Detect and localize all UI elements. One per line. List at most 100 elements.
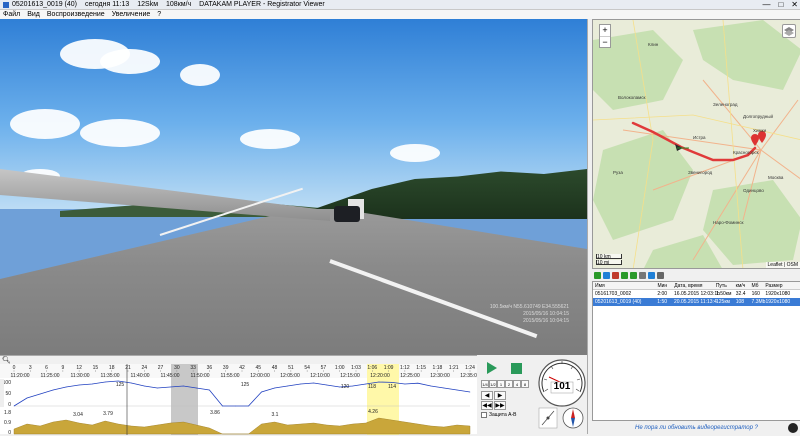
- speed-point: [352, 385, 354, 387]
- menu-view[interactable]: Вид: [27, 11, 40, 18]
- menu-zoom[interactable]: Увеличение: [112, 11, 151, 18]
- prev-frame-button[interactable]: ◀: [481, 391, 493, 400]
- menu-bar: Файл Вид Воспроизведение Увеличение ?: [0, 10, 800, 19]
- col-datetime[interactable]: Дата, время: [674, 283, 716, 289]
- speed-button-1[interactable]: 1/2: [489, 380, 497, 388]
- down-icon[interactable]: [630, 271, 637, 279]
- col-kmh[interactable]: км/ч: [736, 283, 752, 289]
- cloud: [180, 64, 220, 86]
- ruler-hour-label: 12:35:00: [460, 373, 477, 379]
- up-icon[interactable]: [621, 271, 628, 279]
- map-place-label: Химки: [753, 128, 767, 133]
- map-tiles: [593, 20, 800, 268]
- speed-scroll: [0, 379, 4, 407]
- map-place-label: Клин: [648, 42, 659, 47]
- map-place-label: Красногорск: [733, 150, 759, 155]
- magnifier-icon[interactable]: 🔍︎: [2, 356, 11, 364]
- cloud: [240, 129, 300, 149]
- speed-point: [157, 387, 158, 389]
- zoom-out-button[interactable]: −: [600, 37, 610, 48]
- maximize-button[interactable]: □: [778, 0, 783, 10]
- promo-link[interactable]: Не пора ли обновить видеорегистратор ?: [592, 423, 800, 434]
- map-place-label: Москва: [768, 175, 784, 180]
- speed-axis-label: 0: [8, 402, 11, 408]
- col-name[interactable]: Имя: [593, 283, 650, 289]
- protect-ab-checkbox[interactable]: [481, 412, 487, 418]
- table-cell: 2:00: [657, 291, 668, 297]
- file-list[interactable]: Имя Мин Дата, время Путь км/ч Мб Размер …: [592, 281, 800, 421]
- minimize-button[interactable]: —: [762, 0, 770, 10]
- close-button[interactable]: ✕: [791, 0, 798, 10]
- speed-axis-label: 50: [5, 391, 11, 397]
- table-row[interactable]: 05201613_0019 (40) 1:50 20.05.2015 11:13:4…: [593, 298, 800, 306]
- open-icon[interactable]: [594, 271, 601, 279]
- speed-point: [26, 397, 28, 399]
- map-place-label: Зеленоград: [713, 102, 738, 107]
- title-distance: 12Skм: [137, 1, 159, 8]
- map-place-label: Одинцово: [743, 188, 764, 193]
- col-mb[interactable]: Мб: [751, 283, 765, 289]
- timeline-panel[interactable]: 🔍︎ 0 3 6 9 12 15 18 21 24 27 30 33 36 39 42 45 48 51 54 57 1…: [0, 355, 477, 435]
- map-view[interactable]: Клин Зеленоград Долгопрудный Химки Красногор…: [592, 19, 800, 269]
- speed-button-4[interactable]: 4: [513, 380, 521, 388]
- scale-bar-mi: 10 mi: [596, 260, 622, 266]
- title-file: 05201613_0019 (40): [12, 1, 78, 8]
- speed-value: 101: [553, 381, 571, 392]
- speed-point: [274, 387, 275, 389]
- stop-button[interactable]: [509, 361, 523, 375]
- speed-peak-label: 118: [368, 384, 376, 390]
- menu-file[interactable]: Файл: [3, 11, 20, 18]
- accel-peak-label: 3.1: [272, 412, 279, 418]
- ruler-hour-label: 12:00:00: [250, 373, 270, 379]
- next-file-button[interactable]: ▶▶: [494, 401, 506, 410]
- col-path[interactable]: Путь: [716, 283, 736, 289]
- map-icon[interactable]: [648, 271, 655, 279]
- speed-button-0[interactable]: 1/4: [481, 380, 489, 388]
- timeline-chart[interactable]: 0 3 6 9 12 15 18 21 24 27 30 33 36 39 42 45 48 51 54 57 1:00…: [0, 364, 477, 435]
- playback-controls: 1/4 1/2 1 2 4 8 ◀ ▶ ◀◀ ▶▶ Защита A-B: [477, 355, 537, 434]
- prev-file-button[interactable]: ◀◀: [481, 401, 493, 410]
- speed-point: [456, 389, 458, 391]
- video-frame[interactable]: 100.5км/ч N55.610749 E34.555621 2015/05/…: [0, 19, 587, 355]
- sort-icon[interactable]: [639, 271, 646, 279]
- video-overlay-time2: 2015/05/16 10:04:15: [523, 318, 569, 324]
- speed-point: [78, 384, 80, 386]
- file-list-rows: 05161703_0002 2:00 16.05.2015 12:03:1b 1.50…: [593, 290, 800, 306]
- cloud: [390, 144, 440, 162]
- menu-playback[interactable]: Воспроизведение: [47, 11, 105, 18]
- ruler-hour-label: 11:20:00: [10, 373, 29, 379]
- speed-button-3[interactable]: 2: [505, 380, 513, 388]
- map-place-label: Долгопрудный: [743, 114, 774, 119]
- file-list-header: Имя Мин Дата, время Путь км/ч Мб Размер: [593, 282, 800, 290]
- title-bar: 05201613_0019 (40) сегодня 11:13 12Skм 1…: [0, 0, 800, 10]
- speed-button-2[interactable]: 1: [497, 380, 505, 388]
- layers-button[interactable]: [782, 24, 796, 38]
- accel-peak-label: 3.04: [73, 412, 83, 418]
- next-frame-button[interactable]: ▶: [494, 391, 506, 400]
- settings-icon[interactable]: [657, 271, 664, 279]
- accel-axis-label: 0: [8, 430, 11, 435]
- zoom-in-button[interactable]: +: [600, 25, 610, 37]
- ruler-hour-label: 12:30:00: [430, 373, 450, 379]
- protect-ab-label: Защита A-B: [489, 412, 517, 418]
- ruler-hour-label: 11:50:00: [190, 373, 209, 379]
- speed-peak-label: 114: [388, 384, 396, 390]
- add-icon[interactable]: [603, 271, 610, 279]
- map-attribution[interactable]: Leaflet | OSM: [765, 262, 800, 268]
- speed-point: [430, 385, 432, 387]
- table-row[interactable]: 05161703_0002 2:00 16.05.2015 12:03:1b 1.50…: [593, 290, 800, 298]
- play-button[interactable]: [485, 361, 499, 375]
- speed-point: [313, 382, 315, 384]
- col-size[interactable]: Размер: [765, 283, 800, 289]
- speed-point: [13, 405, 15, 407]
- speed-button-5[interactable]: 8: [521, 380, 529, 388]
- map-place-label: Руза: [613, 170, 623, 175]
- speed-point: [144, 385, 145, 387]
- speed-peak-label: 125: [241, 382, 250, 388]
- remove-icon[interactable]: [612, 271, 619, 279]
- ruler-hour-label: 11:55:00: [220, 373, 239, 379]
- layers-icon: [784, 27, 794, 36]
- menu-help[interactable]: ?: [157, 11, 161, 18]
- table-cell: 1.50км: [716, 291, 732, 297]
- col-min[interactable]: Мин: [650, 283, 674, 289]
